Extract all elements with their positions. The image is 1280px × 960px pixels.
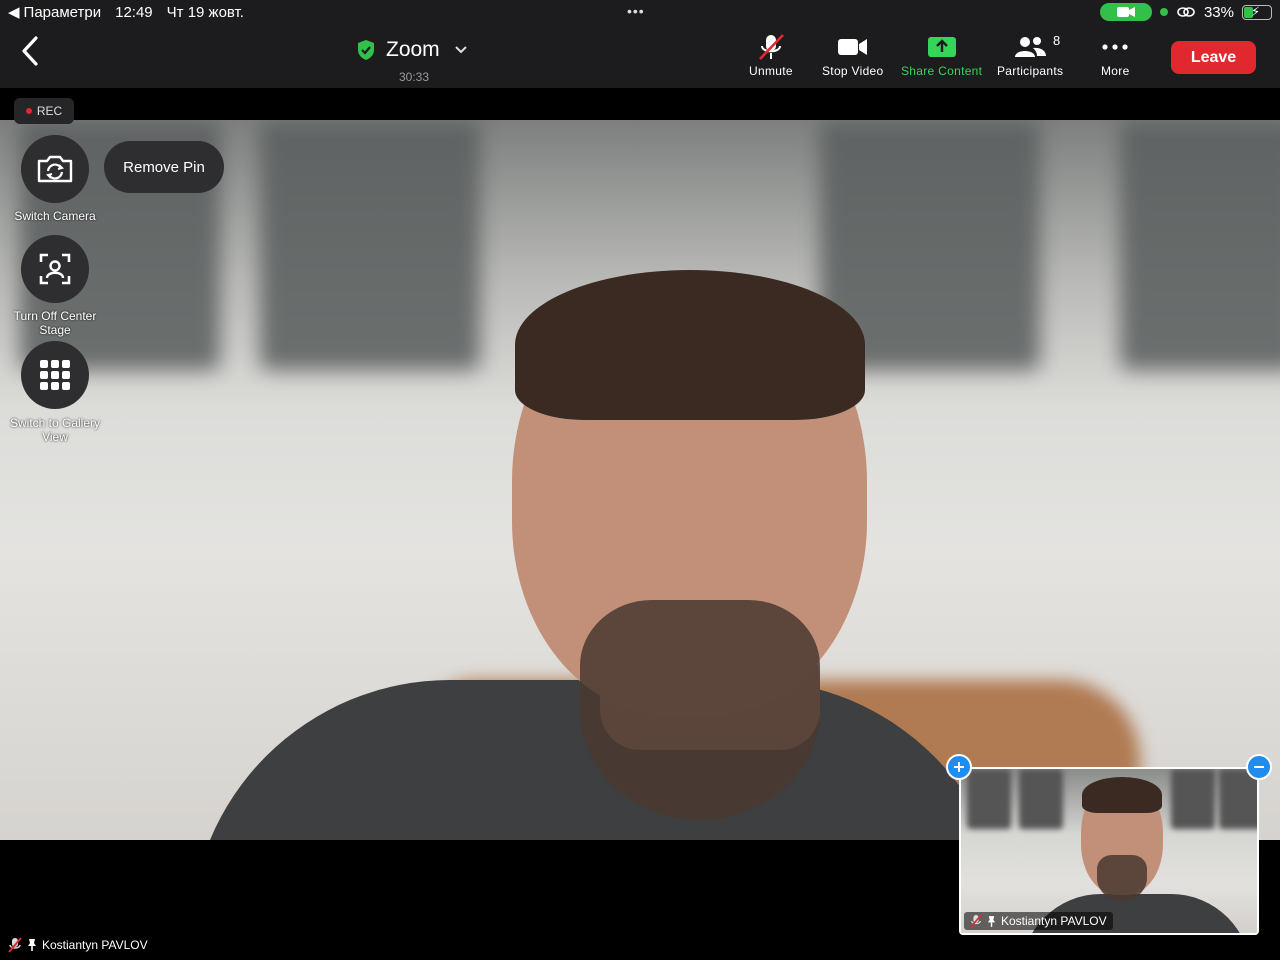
pip-minimize-button[interactable] xyxy=(1246,754,1272,780)
encryption-shield-icon xyxy=(358,40,374,60)
main-participant-name-tag: Kostiantyn PAVLOV xyxy=(8,937,148,953)
switch-camera-label: Switch Camera xyxy=(14,209,96,223)
background-frame xyxy=(1019,769,1063,829)
link-icon xyxy=(1177,7,1195,17)
meeting-toolbar: Zoom 30:33 Unmute Stop Video Share Conte… xyxy=(0,24,1280,88)
gallery-view-label: Switch to Gallery View xyxy=(9,416,101,444)
pin-icon xyxy=(28,939,36,951)
video-camera-icon xyxy=(837,39,867,55)
leave-button[interactable]: Leave xyxy=(1171,41,1256,74)
status-date: Чт 19 жовт. xyxy=(166,3,244,21)
switch-camera-icon xyxy=(37,155,73,183)
status-bar: ◀ Параметри 12:49 Чт 19 жовт. ••• 33% ⚡ xyxy=(0,0,1280,24)
back-triangle-icon: ◀ xyxy=(8,4,20,21)
recording-dot-icon xyxy=(25,108,32,114)
meeting-title-dropdown[interactable]: Zoom xyxy=(356,38,468,62)
participants-button[interactable]: 8 Participants xyxy=(997,30,1063,78)
grid-icon xyxy=(40,360,70,390)
status-time: 12:49 xyxy=(115,3,153,21)
stop-video-label: Stop Video xyxy=(822,64,884,78)
background-frame xyxy=(967,769,1011,829)
charging-bolt-icon: ⚡ xyxy=(1251,3,1261,19)
more-button[interactable]: More xyxy=(1101,30,1130,78)
share-content-button[interactable]: Share Content xyxy=(901,30,982,78)
battery-icon: ⚡ xyxy=(1242,3,1272,20)
multitasking-dots[interactable]: ••• xyxy=(627,3,645,19)
participants-count: 8 xyxy=(1053,33,1061,48)
share-upload-icon xyxy=(927,37,956,57)
switch-camera-button[interactable] xyxy=(21,135,89,203)
participants-icon xyxy=(1015,37,1047,57)
background-frame xyxy=(1120,120,1280,370)
camera-in-use-indicator xyxy=(1099,3,1152,21)
battery-percent: 33% xyxy=(1203,3,1234,21)
center-stage-button[interactable] xyxy=(21,235,89,303)
participants-label: Participants xyxy=(997,64,1064,78)
video-camera-icon xyxy=(1116,7,1135,17)
pip-participant-beard xyxy=(1097,855,1147,901)
microphone-muted-icon xyxy=(758,34,784,60)
self-view-pip[interactable]: Kostiantyn PAVLOV xyxy=(959,767,1259,935)
minus-icon xyxy=(1254,766,1264,768)
remove-pin-button[interactable]: Remove Pin xyxy=(104,141,224,193)
plus-icon xyxy=(954,762,964,772)
participant-hair xyxy=(515,270,865,420)
more-label: More xyxy=(1101,64,1130,78)
participant-beard xyxy=(580,600,820,820)
mic-indicator-dot xyxy=(1159,8,1168,16)
gallery-view-button[interactable] xyxy=(21,341,89,409)
pip-expand-button[interactable] xyxy=(946,754,972,780)
participant-name: Kostiantyn PAVLOV xyxy=(42,938,148,952)
meeting-title: Zoom xyxy=(386,38,440,61)
meeting-timer: 30:33 xyxy=(399,70,430,84)
center-stage-icon xyxy=(39,253,71,285)
microphone-muted-icon xyxy=(970,914,982,928)
back-to-app-link[interactable]: ◀ Параметри xyxy=(8,3,102,22)
chevron-down-icon xyxy=(454,46,467,54)
back-app-label: Параметри xyxy=(23,3,102,21)
stop-video-button[interactable]: Stop Video xyxy=(822,30,884,78)
pip-name-tag: Kostiantyn PAVLOV xyxy=(964,912,1113,930)
recording-label: REC xyxy=(36,104,63,118)
pip-participant-name: Kostiantyn PAVLOV xyxy=(1001,914,1107,928)
recording-badge: REC xyxy=(14,98,74,124)
center-stage-label: Turn Off Center Stage xyxy=(13,309,97,337)
main-video-feed[interactable] xyxy=(0,120,1280,840)
unmute-button[interactable]: Unmute xyxy=(749,30,793,78)
background-frame xyxy=(1171,769,1215,829)
back-chevron-icon[interactable] xyxy=(18,34,44,68)
pip-participant-hair xyxy=(1082,777,1162,813)
background-frame xyxy=(260,120,480,370)
unmute-label: Unmute xyxy=(749,64,793,78)
share-content-label: Share Content xyxy=(901,64,983,78)
microphone-muted-icon xyxy=(8,937,22,953)
pin-icon xyxy=(987,915,996,927)
more-dots-icon xyxy=(1102,44,1128,50)
